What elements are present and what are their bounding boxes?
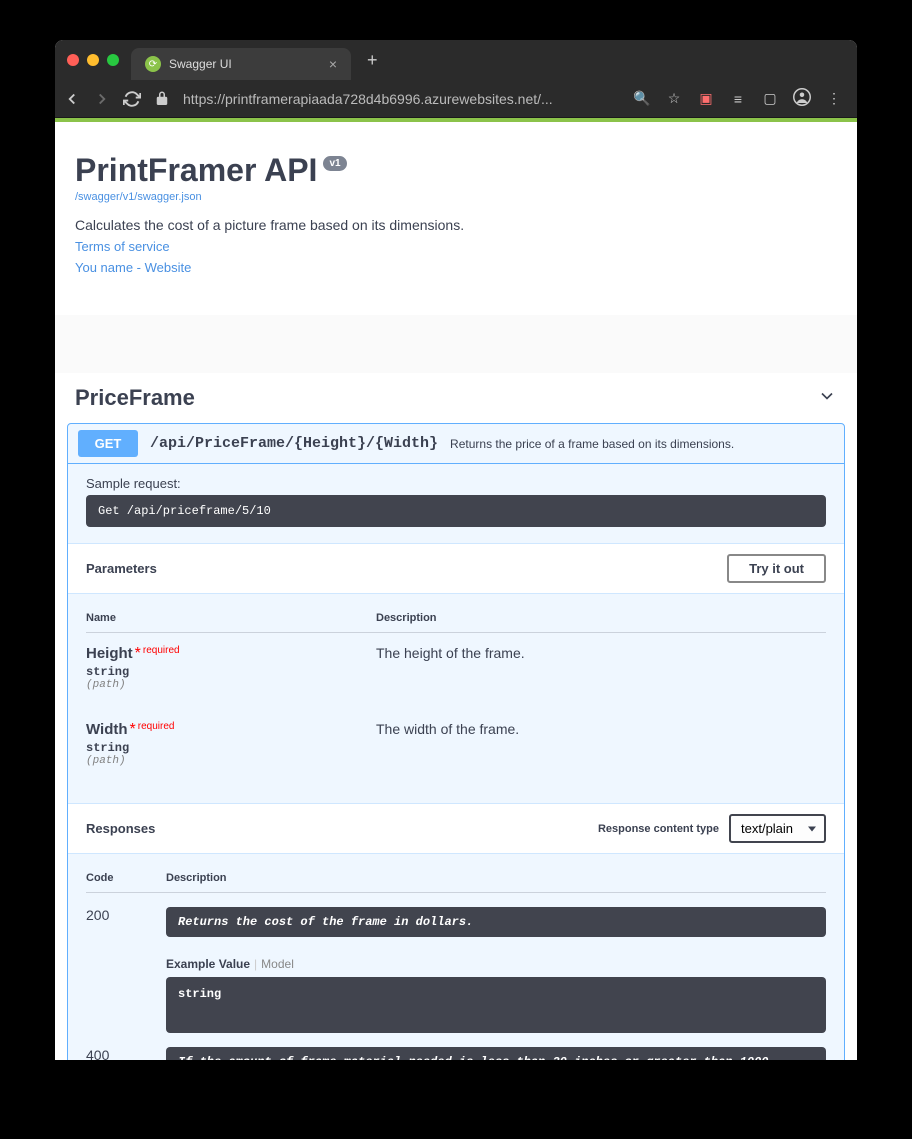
response-description: If the amount of frame material needed i… — [166, 1047, 826, 1060]
param-in: (path) — [86, 679, 376, 691]
sample-label: Sample request: — [86, 476, 826, 491]
response-body: Returns the cost of the frame in dollars… — [166, 907, 826, 1033]
param-type: string — [86, 665, 376, 679]
parameters-title: Parameters — [86, 561, 157, 576]
tab-separator: | — [254, 957, 257, 971]
zoom-icon[interactable]: 🔍 — [633, 90, 651, 107]
profile-icon[interactable] — [793, 88, 811, 109]
required-star: * — [130, 721, 136, 738]
spec-link[interactable]: /swagger/v1/swagger.json — [75, 191, 837, 203]
address-bar: https://printframerapiaada728d4b6996.azu… — [55, 80, 857, 118]
tab-close-icon[interactable]: × — [329, 56, 337, 72]
required-label: required — [138, 721, 175, 732]
menu-icon[interactable]: ⋮ — [825, 90, 843, 107]
sample-block: Sample request: Get /api/priceframe/5/10 — [68, 464, 844, 543]
forward-button[interactable] — [93, 90, 111, 108]
param-row: Width*required string (path) The width o… — [86, 709, 826, 785]
section-gap — [55, 315, 857, 373]
tag-name: PriceFrame — [75, 385, 195, 411]
col-name-header: Name — [86, 612, 376, 624]
contact-link[interactable]: You name - Website — [75, 260, 837, 275]
minimize-window-button[interactable] — [87, 54, 99, 66]
browser-tab[interactable]: ⟳ Swagger UI × — [131, 48, 351, 80]
secure-lock-icon — [153, 90, 171, 108]
response-description: Returns the cost of the frame in dollars… — [166, 907, 826, 937]
operation-path: /api/PriceFrame/{Height}/{Width} — [150, 435, 438, 452]
param-name-cell: Height*required string (path) — [86, 645, 376, 691]
url-field[interactable]: https://printframerapiaada728d4b6996.azu… — [183, 91, 621, 107]
version-badge: v1 — [323, 156, 346, 171]
api-title-text: PrintFramer API — [75, 152, 317, 189]
titlebar: ⟳ Swagger UI × + — [55, 40, 857, 80]
responses-header: Responses Response content type text/pla… — [68, 803, 844, 854]
example-value-tab[interactable]: Example Value — [166, 957, 250, 971]
content-type-wrap: Response content type text/plain — [598, 814, 826, 843]
param-name-cell: Width*required string (path) — [86, 721, 376, 767]
param-row: Height*required string (path) The height… — [86, 633, 826, 709]
responses-title: Responses — [86, 821, 155, 836]
operation-body: Sample request: Get /api/priceframe/5/10… — [68, 463, 844, 1060]
col-code-header: Code — [86, 872, 166, 884]
try-it-out-button[interactable]: Try it out — [727, 554, 826, 583]
api-header: PrintFramer API v1 /swagger/v1/swagger.j… — [55, 122, 857, 315]
param-type: string — [86, 741, 376, 755]
swagger-favicon: ⟳ — [145, 56, 161, 72]
star-icon[interactable]: ☆ — [665, 90, 683, 107]
response-code: 400 — [86, 1047, 166, 1060]
tag-header[interactable]: PriceFrame — [55, 373, 857, 423]
chevron-down-icon — [817, 386, 837, 411]
model-tab[interactable]: Model — [261, 957, 294, 971]
response-body: If the amount of frame material needed i… — [166, 1047, 826, 1060]
responses-table-head: Code Description — [86, 872, 826, 893]
browser-window: ⟳ Swagger UI × + https://printframerapia… — [55, 40, 857, 1060]
param-desc: The height of the frame. — [376, 645, 525, 691]
response-row: 400 If the amount of frame material need… — [86, 1033, 826, 1060]
operation-summary-text: Returns the price of a frame based on it… — [450, 437, 734, 451]
response-row: 200 Returns the cost of the frame in dol… — [86, 893, 826, 1033]
operation-block: GET /api/PriceFrame/{Height}/{Width} Ret… — [67, 423, 845, 1060]
content-type-select[interactable]: text/plain — [729, 814, 826, 843]
parameters-table-head: Name Description — [86, 612, 826, 633]
api-description: Calculates the cost of a picture frame b… — [75, 217, 837, 233]
response-code: 200 — [86, 907, 166, 1033]
extension-icon-2[interactable]: ≡ — [729, 91, 747, 107]
responses-table: Code Description 200 Returns the cost of… — [68, 854, 844, 1060]
operation-summary[interactable]: GET /api/PriceFrame/{Height}/{Width} Ret… — [68, 424, 844, 463]
param-desc: The width of the frame. — [376, 721, 519, 767]
example-tabs: Example Value | Model — [166, 957, 826, 971]
tos-link[interactable]: Terms of service — [75, 239, 837, 254]
parameters-header: Parameters Try it out — [68, 543, 844, 594]
method-badge: GET — [78, 430, 138, 457]
param-name: Width — [86, 721, 128, 738]
content-area[interactable]: PrintFramer API v1 /swagger/v1/swagger.j… — [55, 122, 857, 1060]
param-in: (path) — [86, 755, 376, 767]
back-button[interactable] — [63, 90, 81, 108]
col-desc-header: Description — [376, 612, 826, 624]
close-window-button[interactable] — [67, 54, 79, 66]
reload-button[interactable] — [123, 90, 141, 108]
content-type-label: Response content type — [598, 823, 719, 835]
api-title: PrintFramer API v1 — [75, 152, 347, 189]
param-name: Height — [86, 645, 133, 662]
traffic-lights — [67, 54, 119, 66]
col-desc-header: Description — [166, 872, 826, 884]
tab-title: Swagger UI — [169, 57, 321, 71]
example-value-box: string — [166, 977, 826, 1033]
toolbar-icons: 🔍 ☆ ▣ ≡ ▢ ⋮ — [633, 88, 843, 109]
extension-icon-3[interactable]: ▢ — [761, 90, 779, 107]
new-tab-button[interactable]: + — [367, 50, 378, 71]
required-label: required — [143, 645, 180, 656]
parameters-table: Name Description Height*required string … — [68, 594, 844, 803]
sample-code: Get /api/priceframe/5/10 — [86, 495, 826, 527]
extension-icon-1[interactable]: ▣ — [697, 90, 715, 107]
required-star: * — [135, 645, 141, 662]
maximize-window-button[interactable] — [107, 54, 119, 66]
